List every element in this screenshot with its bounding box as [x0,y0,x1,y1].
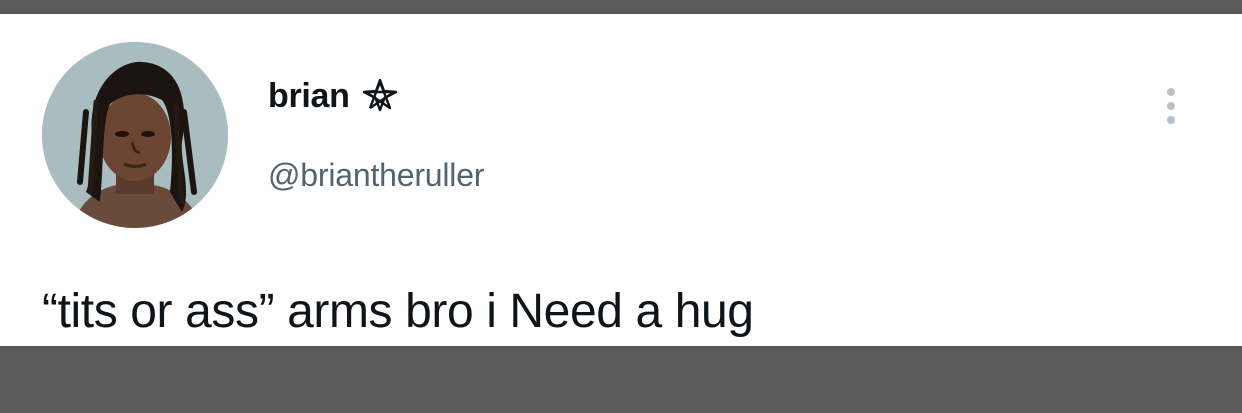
more-options-dot [1167,116,1175,124]
tweet-card[interactable]: brian @briantheruller “tits or ass” arms… [0,14,1242,346]
avatar-photo [42,42,228,228]
more-options-button[interactable] [1158,76,1184,136]
display-name[interactable]: brian [268,77,350,116]
tweet-text: “tits or ass” arms bro i Need a hug [42,285,754,338]
author-handle[interactable]: @briantheruller [268,157,484,194]
avatar[interactable] [42,42,228,228]
pentagram-icon [362,78,398,114]
top-frame-bar [0,0,1242,14]
more-options-icon [1167,88,1175,96]
more-options-dot [1167,102,1175,110]
author-name-row[interactable]: brian [268,74,398,118]
bottom-frame-bar [0,346,1242,413]
